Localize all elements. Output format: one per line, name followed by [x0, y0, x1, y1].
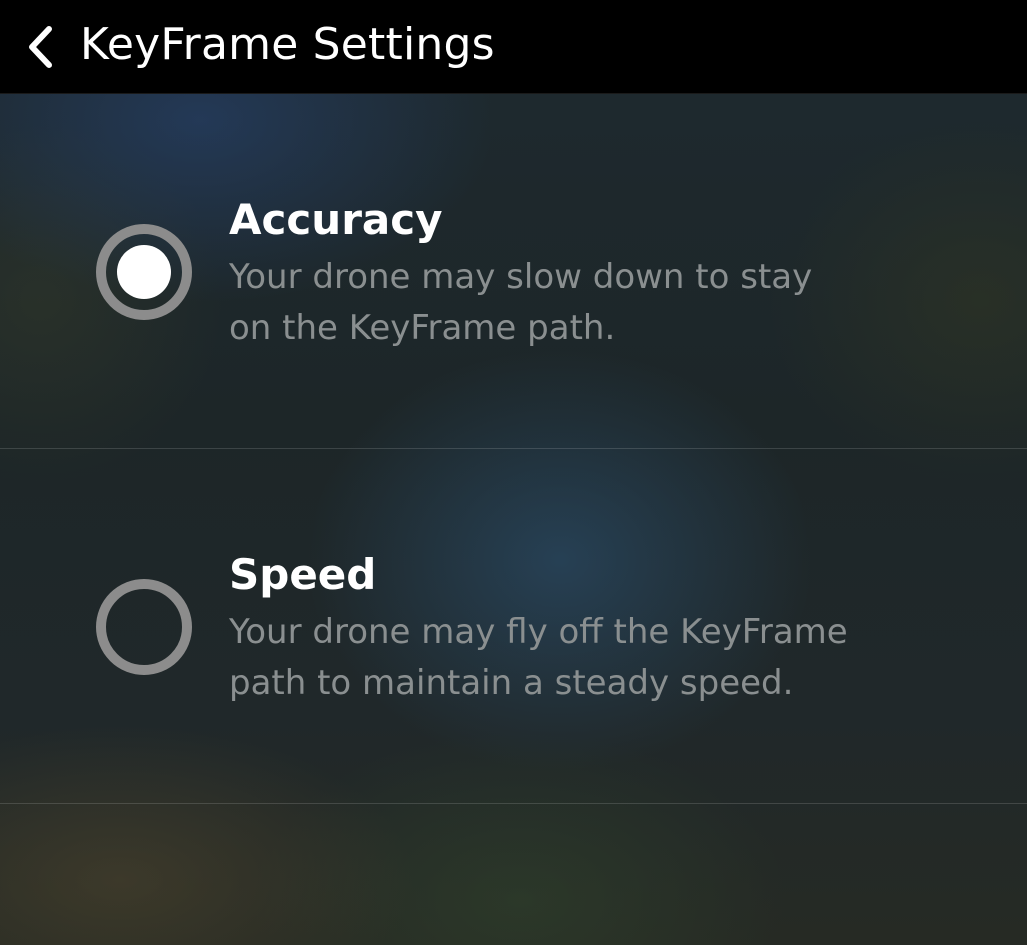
option-title: Accuracy [229, 195, 443, 244]
radio-button-accuracy[interactable] [96, 224, 192, 320]
chevron-left-icon [29, 25, 52, 68]
option-description: Your drone may fly off the KeyFrame path… [229, 607, 969, 709]
back-button[interactable] [6, 0, 76, 93]
options-list: Accuracy Your drone may slow down to sta… [0, 94, 1027, 804]
option-title: Speed [229, 550, 377, 599]
description-line: Your drone may slow down to stay [229, 257, 813, 297]
description-line: Your drone may fly off the KeyFrame [229, 612, 848, 652]
radio-button-speed[interactable] [96, 579, 192, 675]
option-text: Accuracy Your drone may slow down to sta… [229, 194, 969, 354]
description-line: path to maintain a steady speed. [229, 663, 794, 703]
page-title: KeyFrame Settings [80, 19, 495, 70]
header-bar: KeyFrame Settings [0, 0, 1027, 94]
radio-selected-dot [117, 245, 171, 299]
option-text: Speed Your drone may fly off the KeyFram… [229, 549, 969, 709]
option-speed[interactable]: Speed Your drone may fly off the KeyFram… [0, 449, 1027, 804]
option-description: Your drone may slow down to stay on the … [229, 252, 969, 354]
description-line: on the KeyFrame path. [229, 308, 616, 348]
option-accuracy[interactable]: Accuracy Your drone may slow down to sta… [0, 94, 1027, 449]
